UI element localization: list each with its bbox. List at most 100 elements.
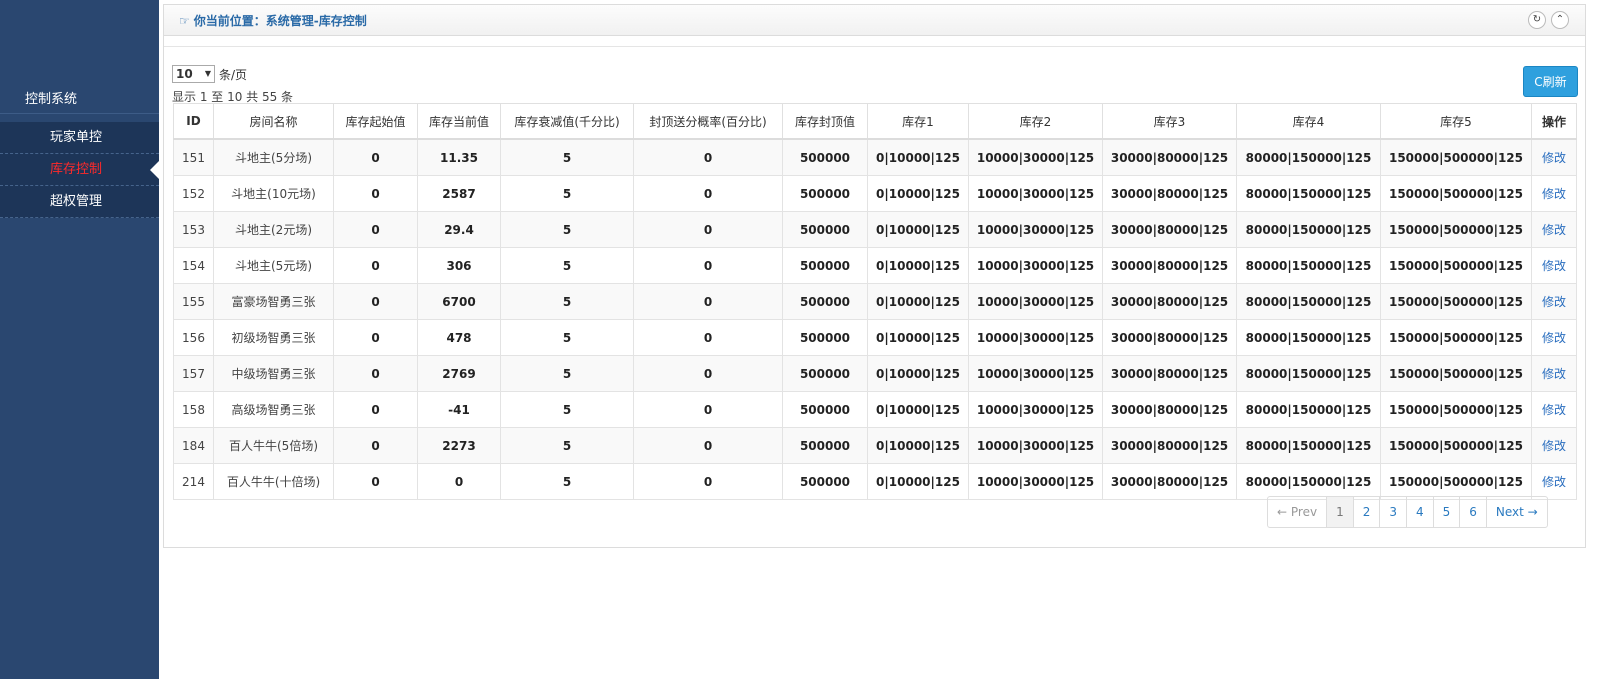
column-header-room-name[interactable]: 房间名称 xyxy=(213,103,334,140)
cell-stock-3: 30000|80000|125 xyxy=(1102,391,1237,428)
cell-cap-probability: 0 xyxy=(633,391,783,428)
edit-link[interactable]: 修改 xyxy=(1542,259,1566,273)
column-header-start-value[interactable]: 库存起始值 xyxy=(333,103,418,140)
edit-link[interactable]: 修改 xyxy=(1542,439,1566,453)
column-header-stock-5[interactable]: 库存5 xyxy=(1380,103,1532,140)
cell-stock-4: 80000|150000|125 xyxy=(1236,355,1381,392)
cell-cap-probability: 0 xyxy=(633,319,783,356)
pagination: ← Prev 1 2 3 4 5 6 Next → xyxy=(1267,496,1548,528)
edit-link[interactable]: 修改 xyxy=(1542,367,1566,381)
cell-room-name: 斗地主(2元场) xyxy=(213,211,334,248)
cell-stock-4: 80000|150000|125 xyxy=(1236,463,1381,500)
table-row: 157 中级场智勇三张 0 2769 5 0 500000 0|10000|12… xyxy=(173,355,1577,392)
cell-stock-2: 10000|30000|125 xyxy=(968,247,1103,284)
cell-cap-value: 500000 xyxy=(782,138,868,176)
cell-start-value: 0 xyxy=(333,427,418,464)
column-header-current-value[interactable]: 库存当前值 xyxy=(417,103,501,140)
cell-stock-3: 30000|80000|125 xyxy=(1102,283,1237,320)
cell-cap-probability: 0 xyxy=(633,175,783,212)
cell-cap-value: 500000 xyxy=(782,283,868,320)
sidebar-item-inventory-control[interactable]: 库存控制 xyxy=(0,154,159,186)
pagination-next[interactable]: Next → xyxy=(1487,497,1547,527)
cell-stock-5: 150000|500000|125 xyxy=(1380,427,1532,464)
cell-stock-3: 30000|80000|125 xyxy=(1102,355,1237,392)
cell-start-value: 0 xyxy=(333,391,418,428)
page-size-value: 10 xyxy=(176,67,193,81)
pagination-page-4[interactable]: 4 xyxy=(1407,497,1434,527)
cell-stock-2: 10000|30000|125 xyxy=(968,427,1103,464)
column-header-stock-1[interactable]: 库存1 xyxy=(867,103,969,140)
column-header-id[interactable]: ID xyxy=(173,103,214,140)
cell-stock-5: 150000|500000|125 xyxy=(1380,319,1532,356)
pagination-page-3[interactable]: 3 xyxy=(1380,497,1407,527)
pagination-page-1[interactable]: 1 xyxy=(1327,497,1354,527)
edit-link[interactable]: 修改 xyxy=(1542,223,1566,237)
column-header-decay-value[interactable]: 库存衰减值(千分比) xyxy=(500,103,634,140)
column-header-cap-probability[interactable]: 封顶送分概率(百分比) xyxy=(633,103,783,140)
cell-stock-3: 30000|80000|125 xyxy=(1102,247,1237,284)
pointing-hand-icon: ☞ xyxy=(179,14,190,28)
column-header-stock-4[interactable]: 库存4 xyxy=(1236,103,1381,140)
edit-link[interactable]: 修改 xyxy=(1542,187,1566,201)
cell-cap-value: 500000 xyxy=(782,211,868,248)
collapse-icon[interactable]: ⌃ xyxy=(1551,11,1569,29)
edit-link[interactable]: 修改 xyxy=(1542,331,1566,345)
refresh-button[interactable]: C刷新 xyxy=(1523,66,1578,97)
pagination-prev[interactable]: ← Prev xyxy=(1268,497,1328,527)
cell-current-value: 29.4 xyxy=(417,211,501,248)
pagination-page-6[interactable]: 6 xyxy=(1460,497,1487,527)
cell-decay-value: 5 xyxy=(500,211,634,248)
edit-link[interactable]: 修改 xyxy=(1542,295,1566,309)
cell-stock-1: 0|10000|125 xyxy=(867,463,969,500)
table-row: 153 斗地主(2元场) 0 29.4 5 0 500000 0|10000|1… xyxy=(173,211,1577,248)
cell-cap-probability: 0 xyxy=(633,211,783,248)
cell-cap-probability: 0 xyxy=(633,427,783,464)
sidebar-item-super-admin[interactable]: 超权管理 xyxy=(0,186,159,218)
main-panel: ☞ 你当前位置：系统管理-库存控制 ↻ ⌃ 10 ▼ 条/页 显示 1 至 10 … xyxy=(163,4,1586,548)
column-header-stock-2[interactable]: 库存2 xyxy=(968,103,1103,140)
cell-stock-4: 80000|150000|125 xyxy=(1236,319,1381,356)
cell-room-name: 初级场智勇三张 xyxy=(213,319,334,356)
sidebar: 控制系统 玩家单控 库存控制 超权管理 xyxy=(0,0,159,679)
table-row: 154 斗地主(5元场) 0 306 5 0 500000 0|10000|12… xyxy=(173,247,1577,284)
cell-start-value: 0 xyxy=(333,463,418,500)
edit-link[interactable]: 修改 xyxy=(1542,151,1566,165)
cell-id: 152 xyxy=(173,175,214,212)
cell-start-value: 0 xyxy=(333,175,418,212)
cell-stock-2: 10000|30000|125 xyxy=(968,463,1103,500)
cell-stock-5: 150000|500000|125 xyxy=(1380,283,1532,320)
cell-cap-value: 500000 xyxy=(782,355,868,392)
cell-stock-4: 80000|150000|125 xyxy=(1236,211,1381,248)
page-size-select[interactable]: 10 ▼ xyxy=(172,65,215,83)
reload-icon[interactable]: ↻ xyxy=(1528,11,1546,29)
cell-decay-value: 5 xyxy=(500,175,634,212)
column-header-cap-value[interactable]: 库存封顶值 xyxy=(782,103,868,140)
panel-header: ☞ 你当前位置：系统管理-库存控制 ↻ ⌃ xyxy=(164,5,1585,36)
cell-cap-probability: 0 xyxy=(633,247,783,284)
cell-current-value: 2587 xyxy=(417,175,501,212)
cell-room-name: 斗地主(5分场) xyxy=(213,138,334,176)
cell-start-value: 0 xyxy=(333,355,418,392)
cell-stock-2: 10000|30000|125 xyxy=(968,391,1103,428)
cell-stock-1: 0|10000|125 xyxy=(867,283,969,320)
cell-id: 158 xyxy=(173,391,214,428)
breadcrumb: ☞ 你当前位置：系统管理-库存控制 xyxy=(179,12,367,29)
cell-room-name: 百人牛牛(5倍场) xyxy=(213,427,334,464)
cell-stock-4: 80000|150000|125 xyxy=(1236,247,1381,284)
edit-link[interactable]: 修改 xyxy=(1542,403,1566,417)
cell-stock-5: 150000|500000|125 xyxy=(1380,463,1532,500)
cell-stock-2: 10000|30000|125 xyxy=(968,283,1103,320)
caret-down-icon: ▼ xyxy=(204,69,211,78)
pagination-page-2[interactable]: 2 xyxy=(1354,497,1381,527)
page-size-unit: 条/页 xyxy=(219,67,248,82)
column-header-stock-3[interactable]: 库存3 xyxy=(1102,103,1237,140)
cell-stock-2: 10000|30000|125 xyxy=(968,211,1103,248)
sidebar-item-player-control[interactable]: 玩家单控 xyxy=(0,122,159,154)
table-row: 151 斗地主(5分场) 0 11.35 5 0 500000 0|10000|… xyxy=(173,138,1577,176)
cell-actions: 修改 xyxy=(1531,355,1577,392)
cell-actions: 修改 xyxy=(1531,463,1577,500)
cell-stock-1: 0|10000|125 xyxy=(867,211,969,248)
edit-link[interactable]: 修改 xyxy=(1542,475,1566,489)
pagination-page-5[interactable]: 5 xyxy=(1434,497,1461,527)
table-row: 184 百人牛牛(5倍场) 0 2273 5 0 500000 0|10000|… xyxy=(173,427,1577,464)
